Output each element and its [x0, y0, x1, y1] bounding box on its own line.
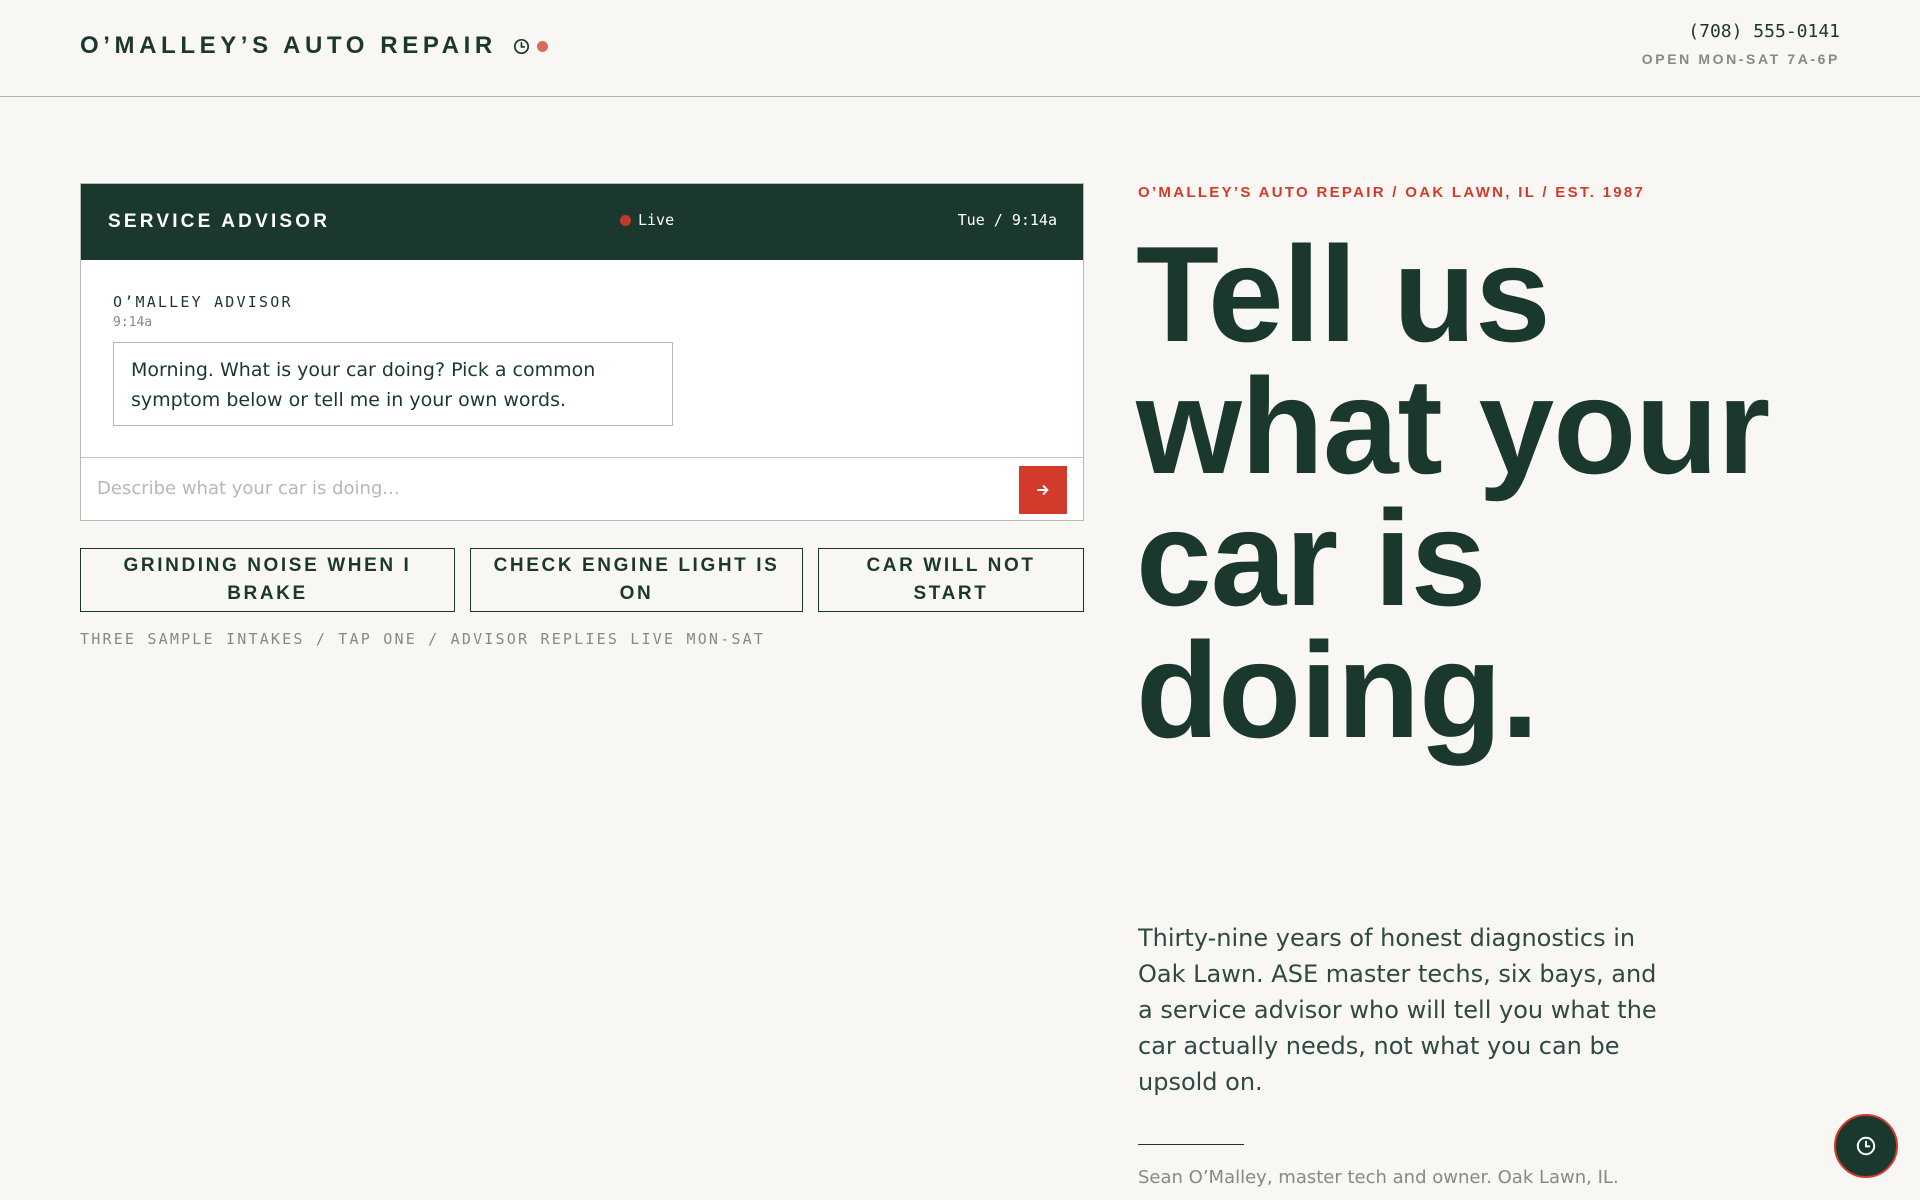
chat-header: SERVICE ADVISOR Live Tue / 9:14a — [81, 184, 1083, 260]
chat-composer — [81, 458, 1083, 520]
hero-body: Thirty-nine years of honest diagnostics … — [1138, 924, 1657, 1096]
message-bubble: Morning. What is your car doing? Pick a … — [113, 342, 673, 426]
live-label: Live — [638, 211, 675, 229]
chat-timestamp: Tue / 9:14a — [957, 211, 1057, 229]
owner-byline: Sean O’Malley, master tech and owner. Oa… — [1138, 1167, 1619, 1188]
clock-icon — [1856, 1136, 1876, 1156]
status-dot — [536, 40, 548, 52]
hero-title: Tell us what your car is doing. — [1136, 218, 1770, 766]
symptom-chip-wont-start[interactable]: CAR WILL NOT START — [818, 548, 1084, 612]
live-indicator: Live — [620, 211, 674, 229]
clock-icon — [513, 38, 529, 54]
service-advisor-chat: SERVICE ADVISOR Live Tue / 9:14a O’MALLE… — [80, 183, 1084, 521]
divider — [1138, 1144, 1244, 1145]
message-list: O’MALLEY ADVISOR 9:14a Morning. What is … — [81, 260, 1083, 458]
chips-note: THREE SAMPLE INTAKES / TAP ONE / ADVISOR… — [80, 630, 766, 648]
brand[interactable]: O’MALLEY’S AUTO REPAIR — [80, 32, 548, 60]
message-time: 9:14a — [113, 315, 153, 330]
message-input[interactable] — [82, 458, 982, 518]
opening-hours: OPEN MON-SAT 7A-6P — [1641, 51, 1840, 67]
arrow-right-icon — [1037, 485, 1049, 495]
symptom-chip-check-engine[interactable]: CHECK ENGINE LIGHT IS ON — [470, 548, 803, 612]
contact-info: (708) 555-0141 OPEN MON-SAT 7A-6P — [1642, 21, 1840, 67]
site-header: O’MALLEY’S AUTO REPAIR (708) 555-0141 OP… — [0, 0, 1920, 97]
symptom-chip-grinding-noise[interactable]: GRINDING NOISE WHEN I BRAKE — [80, 548, 455, 612]
live-dot — [620, 214, 631, 226]
message-sender: O’MALLEY ADVISOR — [113, 293, 293, 311]
hero-eyebrow: O’MALLEY’S AUTO REPAIR / OAK LAWN, IL / … — [1138, 184, 1646, 201]
phone-number[interactable]: (708) 555-0141 — [1642, 21, 1840, 42]
chat-title: SERVICE ADVISOR — [108, 211, 331, 232]
floating-chat-button[interactable] — [1834, 1114, 1898, 1178]
send-button[interactable] — [1019, 466, 1067, 514]
brand-name[interactable]: O’MALLEY’S AUTO REPAIR — [80, 32, 497, 60]
